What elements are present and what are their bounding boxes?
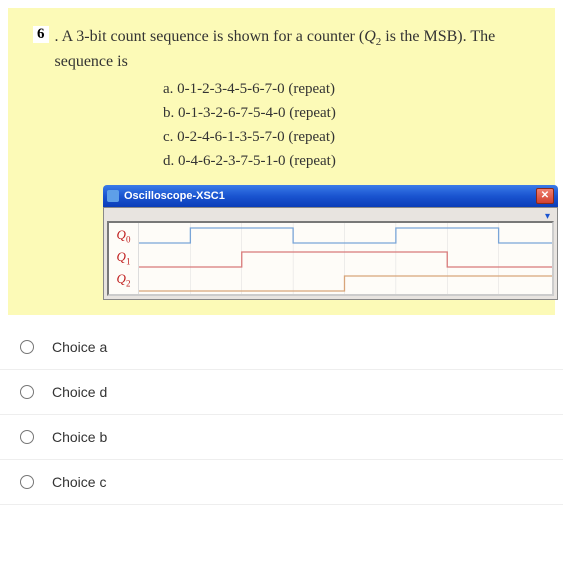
app-icon <box>107 190 119 202</box>
trace-q2 <box>139 276 552 291</box>
choice-a-label: Choice a <box>52 339 107 355</box>
oscilloscope-window: Oscilloscope-XSC1 ✕ ▾ Q0 Q1 Q2 <box>103 185 558 300</box>
scope-body: ▾ Q0 Q1 Q2 <box>103 207 558 300</box>
radio-c[interactable] <box>20 475 34 489</box>
choice-c-row[interactable]: Choice c <box>0 460 563 505</box>
choice-d-label: Choice d <box>52 384 107 400</box>
radio-d[interactable] <box>20 385 34 399</box>
question-text: . A 3-bit count sequence is shown for a … <box>55 26 531 73</box>
label-q2: Q2 <box>117 272 131 289</box>
trace-q1 <box>139 252 552 267</box>
question-header: 6 . A 3-bit count sequence is shown for … <box>33 26 530 73</box>
titlebar[interactable]: Oscilloscope-XSC1 ✕ <box>103 185 558 207</box>
option-d: d. 0-4-6-2-3-7-5-1-0 (repeat) <box>163 149 530 173</box>
option-c: c. 0-2-4-6-1-3-5-7-0 (repeat) <box>163 125 530 149</box>
titlebar-text: Oscilloscope-XSC1 <box>124 190 536 202</box>
option-a: a. 0-1-2-3-4-5-6-7-0 (repeat) <box>163 77 530 101</box>
trace-q0 <box>139 228 552 243</box>
question-var: Q <box>364 28 376 45</box>
choices-section: Choice a Choice d Choice b Choice c <box>0 325 563 505</box>
waveform-area <box>139 223 552 294</box>
question-number: 6 <box>33 26 49 43</box>
choice-a-row[interactable]: Choice a <box>0 325 563 370</box>
chevron-down-icon: ▾ <box>545 211 550 221</box>
question-text-prefix: . A 3-bit count sequence is shown for a … <box>55 28 365 45</box>
channel-labels: Q0 Q1 Q2 <box>109 223 139 294</box>
close-icon: ✕ <box>541 190 549 201</box>
scope-screen: Q0 Q1 Q2 <box>107 221 554 296</box>
option-b: b. 0-1-3-2-6-7-5-4-0 (repeat) <box>163 101 530 125</box>
choice-c-label: Choice c <box>52 474 106 490</box>
options-list: a. 0-1-2-3-4-5-6-7-0 (repeat) b. 0-1-3-2… <box>163 77 530 173</box>
close-button[interactable]: ✕ <box>536 188 554 204</box>
choice-d-row[interactable]: Choice d <box>0 370 563 415</box>
waveform-svg <box>139 223 552 294</box>
choice-b-row[interactable]: Choice b <box>0 415 563 460</box>
choice-b-label: Choice b <box>52 429 107 445</box>
radio-a[interactable] <box>20 340 34 354</box>
question-panel: 6 . A 3-bit count sequence is shown for … <box>8 8 555 315</box>
label-q0: Q0 <box>117 228 131 245</box>
indicator-row: ▾ <box>107 211 554 221</box>
radio-b[interactable] <box>20 430 34 444</box>
label-q1: Q1 <box>117 250 131 267</box>
